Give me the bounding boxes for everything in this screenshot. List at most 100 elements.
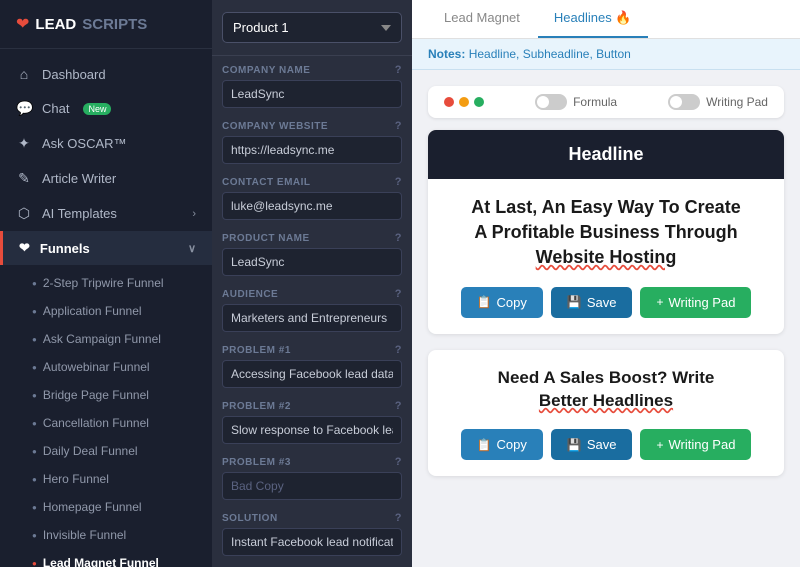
audience-input[interactable] xyxy=(222,304,402,332)
sub-item-homepage[interactable]: ● Homepage Funnel xyxy=(0,493,212,521)
bullet-icon: ● xyxy=(32,419,37,428)
solution-input[interactable] xyxy=(222,528,402,556)
chevron-right-icon: › xyxy=(192,208,196,220)
help-icon[interactable]: ? xyxy=(395,120,402,132)
company-website-input[interactable] xyxy=(222,136,402,164)
product-select[interactable]: Product 1 Product 2 Product 3 xyxy=(222,12,402,43)
help-icon[interactable]: ? xyxy=(395,232,402,244)
card2-line1: Need A Sales Boost? Write xyxy=(498,368,715,387)
logo-lead: LEAD xyxy=(35,16,76,33)
sub-item-hero[interactable]: ● Hero Funnel xyxy=(0,465,212,493)
sidebar-item-ai-templates[interactable]: ⬡ AI Templates › xyxy=(0,196,212,231)
writing-pad-button-2[interactable]: + Writing Pad xyxy=(640,429,751,460)
sub-item-application[interactable]: ● Application Funnel xyxy=(0,297,212,325)
sidebar-item-oscar[interactable]: ✦ Ask OSCAR™ xyxy=(0,126,212,161)
problem1-label: PROBLEM #1 xyxy=(222,345,291,356)
notes-text: Headline, Subheadline, Button xyxy=(469,47,631,61)
sub-item-bridge-page[interactable]: ● Bridge Page Funnel xyxy=(0,381,212,409)
sub-item-cancellation[interactable]: ● Cancellation Funnel xyxy=(0,409,212,437)
problem1-input[interactable] xyxy=(222,360,402,388)
formula-toggle[interactable] xyxy=(535,94,567,110)
sub-item-2step[interactable]: ● 2-Step Tripwire Funnel xyxy=(0,269,212,297)
help-icon[interactable]: ? xyxy=(395,400,402,412)
sidebar-nav: ⌂ Dashboard 💬 Chat New ✦ Ask OSCAR™ ✎ Ar… xyxy=(0,49,212,567)
bullet-icon: ● xyxy=(32,307,37,316)
help-icon[interactable]: ? xyxy=(395,512,402,524)
problem3-input[interactable] xyxy=(222,472,402,500)
sub-item-ask-campaign[interactable]: ● Ask Campaign Funnel xyxy=(0,325,212,353)
red-light xyxy=(444,97,454,107)
company-name-input[interactable] xyxy=(222,80,402,108)
content-area: Formula Writing Pad Headline At Last, An… xyxy=(412,70,800,567)
formula-toggle-wrap: Formula xyxy=(535,94,617,110)
tab-bar: Lead Magnet Headlines 🔥 xyxy=(412,0,800,39)
card2-text: Need A Sales Boost? Write Better Headlin… xyxy=(444,366,768,414)
sidebar-item-label: Dashboard xyxy=(42,67,106,82)
sidebar-item-label: AI Templates xyxy=(42,206,117,221)
sidebar-item-dashboard[interactable]: ⌂ Dashboard xyxy=(0,57,212,91)
card2-actions: 📋 Copy 💾 Save + Writing Pad xyxy=(444,429,768,460)
green-light xyxy=(474,97,484,107)
help-icon[interactable]: ? xyxy=(395,456,402,468)
field-desired-result: DESIRED RESULT ? xyxy=(212,560,412,567)
bullet-icon: ● xyxy=(32,475,37,484)
bullet-icon: ● xyxy=(32,363,37,372)
sub-item-label: Lead Magnet Funnel xyxy=(43,556,159,567)
tab-lead-magnet[interactable]: Lead Magnet xyxy=(428,0,536,38)
sidebar: ❤ LEAD SCRIPTS ⌂ Dashboard 💬 Chat New ✦ … xyxy=(0,0,212,567)
sub-item-invisible[interactable]: ● Invisible Funnel xyxy=(0,521,212,549)
save-icon: 💾 xyxy=(567,295,582,309)
card1-line3: Website Hosting xyxy=(536,247,677,267)
problem2-label: PROBLEM #2 xyxy=(222,401,291,412)
save-button-2[interactable]: 💾 Save xyxy=(551,429,633,460)
sidebar-item-article-writer[interactable]: ✎ Article Writer xyxy=(0,161,212,196)
oscar-icon: ✦ xyxy=(16,135,32,152)
save-button-1[interactable]: 💾 Save xyxy=(551,287,633,318)
writing-pad-toggle[interactable] xyxy=(668,94,700,110)
sub-item-label: Invisible Funnel xyxy=(43,528,126,542)
sidebar-item-chat[interactable]: 💬 Chat New xyxy=(0,91,212,126)
main-area: Lead Magnet Headlines 🔥 Notes: Headline,… xyxy=(412,0,800,567)
product-name-input[interactable] xyxy=(222,248,402,276)
tab-headlines[interactable]: Headlines 🔥 xyxy=(538,0,648,38)
sidebar-item-label: Ask OSCAR™ xyxy=(42,136,127,151)
help-icon[interactable]: ? xyxy=(395,64,402,76)
sub-item-label: Application Funnel xyxy=(43,304,142,318)
copy-icon: 📋 xyxy=(477,295,492,309)
article-icon: ✎ xyxy=(16,170,32,187)
problem2-input[interactable] xyxy=(222,416,402,444)
card2-line2: Better Headlines xyxy=(539,391,673,410)
audience-label: AUDIENCE xyxy=(222,289,278,300)
bullet-icon: ● xyxy=(32,447,37,456)
writing-pad-btn-label: Writing Pad xyxy=(668,437,735,452)
help-icon[interactable]: ? xyxy=(395,288,402,300)
save-icon: 💾 xyxy=(567,438,582,452)
notes-label: Notes: xyxy=(428,47,465,61)
notes-bar: Notes: Headline, Subheadline, Button xyxy=(412,39,800,70)
card2-content: Need A Sales Boost? Write Better Headlin… xyxy=(428,350,784,477)
sub-item-daily-deal[interactable]: ● Daily Deal Funnel xyxy=(0,437,212,465)
sub-item-autowebinar[interactable]: ● Autowebinar Funnel xyxy=(0,353,212,381)
contact-email-input[interactable] xyxy=(222,192,402,220)
save-label: Save xyxy=(587,437,617,452)
card1-text: At Last, An Easy Way To Create A Profita… xyxy=(444,195,768,271)
field-solution: SOLUTION ? xyxy=(212,504,412,560)
copy-label: Copy xyxy=(497,437,527,452)
save-label: Save xyxy=(587,295,617,310)
help-icon[interactable]: ? xyxy=(395,176,402,188)
sub-item-lead-magnet[interactable]: ● Lead Magnet Funnel xyxy=(0,549,212,567)
writing-pad-button-1[interactable]: + Writing Pad xyxy=(640,287,751,318)
field-audience: AUDIENCE ? xyxy=(212,280,412,336)
company-website-label: COMPANY WEBSITE xyxy=(222,121,328,132)
logo-scripts: SCRIPTS xyxy=(82,16,147,33)
bullet-icon: ● xyxy=(32,503,37,512)
copy-label: Copy xyxy=(497,295,527,310)
sidebar-item-funnels[interactable]: ❤ Funnels ∨ xyxy=(0,231,212,265)
copy-button-1[interactable]: 📋 Copy xyxy=(461,287,543,318)
copy-icon: 📋 xyxy=(477,438,492,452)
plus-icon: + xyxy=(656,295,663,309)
field-problem1: PROBLEM #1 ? xyxy=(212,336,412,392)
copy-button-2[interactable]: 📋 Copy xyxy=(461,429,543,460)
product-select-wrap: Product 1 Product 2 Product 3 xyxy=(212,0,412,56)
help-icon[interactable]: ? xyxy=(395,344,402,356)
